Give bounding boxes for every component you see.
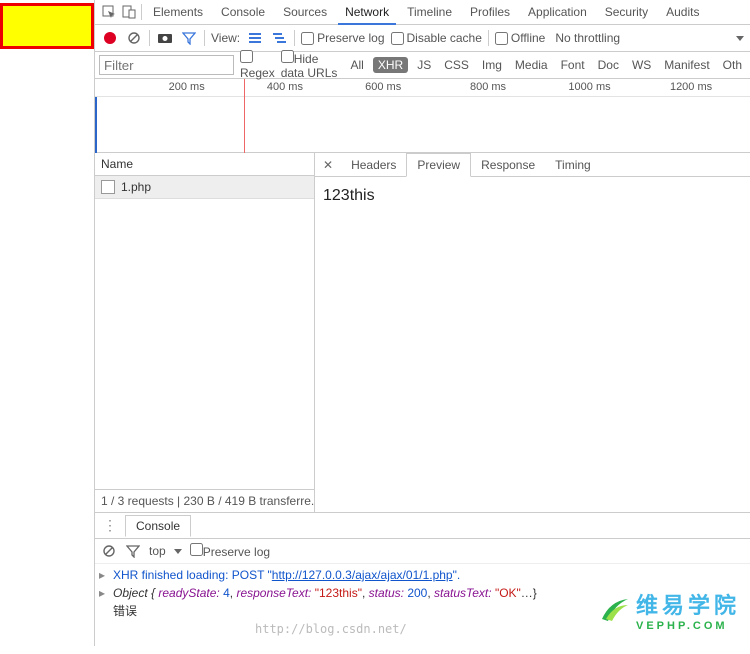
view-label: View: bbox=[211, 31, 240, 45]
requests-pane: Name 1.php 1 / 3 requests | 230 B / 419 … bbox=[95, 153, 315, 512]
preview-body: 123this bbox=[315, 177, 750, 215]
drawer-handle-icon[interactable]: ⋮ bbox=[97, 517, 125, 534]
column-name[interactable]: Name bbox=[95, 153, 314, 176]
disclosure-icon[interactable]: ▸ bbox=[99, 566, 113, 584]
console-clear-icon[interactable] bbox=[101, 543, 117, 559]
tab-audits[interactable]: Audits bbox=[659, 0, 706, 25]
type-filter-chips: All XHR JS CSS Img Media Font Doc WS Man… bbox=[347, 56, 747, 74]
throttling-dropdown[interactable]: No throttling bbox=[555, 31, 620, 45]
tick: 1000 ms bbox=[568, 81, 610, 93]
tick: 800 ms bbox=[470, 81, 506, 93]
devtools-panel: Elements Console Sources Network Timelin… bbox=[94, 0, 750, 646]
separator bbox=[141, 4, 142, 20]
chip-img[interactable]: Img bbox=[478, 56, 506, 74]
tab-network[interactable]: Network bbox=[338, 0, 396, 25]
throttling-caret-icon[interactable] bbox=[736, 36, 744, 41]
tab-console[interactable]: Console bbox=[214, 0, 272, 25]
hide-data-urls-checkbox[interactable]: Hide data URLs bbox=[281, 50, 341, 80]
detail-pane: ✕ Headers Preview Response Timing 123thi… bbox=[315, 153, 750, 512]
console-context[interactable]: top bbox=[149, 544, 166, 558]
chip-doc[interactable]: Doc bbox=[594, 56, 623, 74]
inspect-icon[interactable] bbox=[101, 4, 117, 20]
detail-tabs: ✕ Headers Preview Response Timing bbox=[315, 153, 750, 177]
timeline-canvas[interactable] bbox=[95, 97, 750, 153]
tab-application[interactable]: Application bbox=[521, 0, 594, 25]
drawer-header: ⋮ Console bbox=[95, 513, 750, 539]
tick: 200 ms bbox=[169, 81, 205, 93]
chip-js[interactable]: JS bbox=[413, 56, 435, 74]
filter-icon[interactable] bbox=[180, 29, 198, 47]
filter-bar: Regex Hide data URLs All XHR JS CSS Img … bbox=[95, 52, 750, 79]
separator bbox=[149, 30, 150, 46]
filter-input[interactable] bbox=[99, 55, 234, 75]
tab-headers[interactable]: Headers bbox=[341, 154, 406, 176]
tick: 1200 ms bbox=[670, 81, 712, 93]
tab-profiles[interactable]: Profiles bbox=[463, 0, 517, 25]
brand-overlay: 维易学院 VEPHP.COM bbox=[600, 588, 740, 632]
offline-checkbox[interactable]: Offline bbox=[495, 31, 545, 45]
brand-swoosh-icon bbox=[600, 595, 630, 625]
device-icon[interactable] bbox=[121, 4, 137, 20]
console-filter-icon[interactable] bbox=[125, 543, 141, 559]
timeline-overview[interactable]: 200 ms 400 ms 600 ms 800 ms 1000 ms 1200… bbox=[95, 79, 750, 153]
main-tabbar: Elements Console Sources Network Timelin… bbox=[95, 0, 750, 25]
chip-all[interactable]: All bbox=[347, 56, 368, 74]
console-line[interactable]: ▸ XHR finished loading: POST "http://127… bbox=[95, 566, 750, 584]
network-split: Name 1.php 1 / 3 requests | 230 B / 419 … bbox=[95, 153, 750, 513]
chip-manifest[interactable]: Manifest bbox=[660, 56, 713, 74]
tab-sources[interactable]: Sources bbox=[276, 0, 334, 25]
tick: 400 ms bbox=[267, 81, 303, 93]
regex-checkbox[interactable]: Regex bbox=[240, 50, 275, 80]
requests-summary: 1 / 3 requests | 230 B / 419 B transferr… bbox=[95, 489, 314, 512]
close-icon[interactable]: ✕ bbox=[315, 154, 341, 176]
preserve-log-checkbox[interactable]: Preserve log bbox=[301, 31, 384, 45]
timeline-cursor bbox=[244, 79, 245, 153]
tick: 600 ms bbox=[365, 81, 401, 93]
chevron-down-icon[interactable] bbox=[174, 549, 182, 554]
chip-other[interactable]: Oth bbox=[719, 56, 746, 74]
tab-timing[interactable]: Timing bbox=[545, 154, 601, 176]
disclosure-icon[interactable]: ▸ bbox=[99, 584, 113, 602]
request-name: 1.php bbox=[121, 180, 151, 194]
disable-cache-checkbox[interactable]: Disable cache bbox=[391, 31, 482, 45]
tab-elements[interactable]: Elements bbox=[146, 0, 210, 25]
selection-marker bbox=[0, 3, 94, 49]
tab-security[interactable]: Security bbox=[598, 0, 655, 25]
chip-font[interactable]: Font bbox=[557, 56, 589, 74]
requests-list: 1.php bbox=[95, 176, 314, 489]
console-toolbar: top Preserve log bbox=[95, 539, 750, 564]
tab-timeline[interactable]: Timeline bbox=[400, 0, 459, 25]
timeline-ruler: 200 ms 400 ms 600 ms 800 ms 1000 ms 1200… bbox=[95, 79, 750, 97]
chip-xhr[interactable]: XHR bbox=[373, 57, 408, 73]
view-list-icon[interactable] bbox=[246, 29, 264, 47]
file-icon bbox=[101, 180, 115, 194]
console-preserve-checkbox[interactable]: Preserve log bbox=[190, 543, 270, 559]
separator bbox=[294, 30, 295, 46]
tab-preview[interactable]: Preview bbox=[406, 153, 471, 177]
separator bbox=[488, 30, 489, 46]
view-waterfall-icon[interactable] bbox=[270, 29, 288, 47]
screenshot-icon[interactable] bbox=[156, 29, 174, 47]
chip-ws[interactable]: WS bbox=[628, 56, 655, 74]
load-marker bbox=[95, 97, 97, 153]
chip-css[interactable]: CSS bbox=[440, 56, 473, 74]
chip-media[interactable]: Media bbox=[511, 56, 552, 74]
drawer-tab-console[interactable]: Console bbox=[125, 515, 191, 537]
record-button[interactable] bbox=[101, 29, 119, 47]
clear-icon[interactable] bbox=[125, 29, 143, 47]
request-row[interactable]: 1.php bbox=[95, 176, 314, 199]
tab-response[interactable]: Response bbox=[471, 154, 545, 176]
network-toolbar: View: Preserve log Disable cache Offline… bbox=[95, 25, 750, 52]
separator bbox=[204, 30, 205, 46]
